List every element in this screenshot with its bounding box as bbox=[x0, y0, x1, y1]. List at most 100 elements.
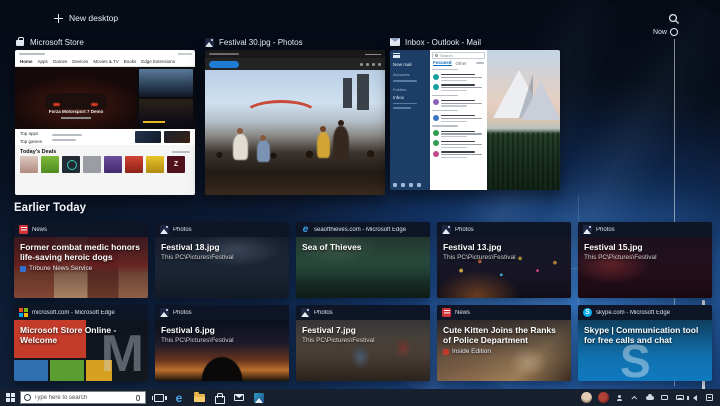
store-promo-tile bbox=[135, 131, 161, 143]
timeline-card-news-kitten[interactable]: News Cute Kitten Joins the Ranks of Poli… bbox=[437, 305, 571, 381]
people-avatar[interactable] bbox=[581, 392, 592, 403]
store-taskbar-button[interactable] bbox=[213, 392, 225, 404]
window-title: Festival 30.jpg - Photos bbox=[219, 38, 303, 47]
edge-taskbar-button[interactable]: e bbox=[173, 392, 185, 404]
mail-sidebar: New mail Accounts Folders Inbox bbox=[390, 50, 430, 190]
email-row bbox=[432, 139, 485, 149]
search-placeholder: Type here to search bbox=[34, 395, 133, 401]
new-desktop-button[interactable]: New desktop bbox=[54, 13, 118, 23]
store-deals-section: Today's Deals Z bbox=[15, 145, 195, 195]
timeline-now-marker[interactable] bbox=[670, 28, 678, 36]
onedrive-cloud-icon[interactable] bbox=[645, 393, 654, 402]
card-title: Former combat medic honors life-saving h… bbox=[20, 242, 142, 262]
photos-app-icon bbox=[583, 225, 592, 234]
card-source: Tribune News Service bbox=[29, 265, 92, 272]
microphone-icon[interactable] bbox=[136, 395, 140, 401]
timeline-search-icon[interactable] bbox=[668, 13, 680, 25]
stage-tower bbox=[357, 74, 369, 110]
card-title: Microsoft Store Online - Welcome bbox=[20, 325, 142, 345]
news-app-icon bbox=[442, 308, 451, 317]
timeline-card-festival-15[interactable]: Photos Festival 15.jpg This PC\Pictures\… bbox=[578, 222, 712, 298]
card-path: This PC\Pictures\Festival bbox=[443, 254, 565, 261]
task-view-icon bbox=[154, 394, 164, 402]
email-row bbox=[432, 113, 485, 123]
store-deal-tile bbox=[146, 156, 164, 173]
store-titlebar bbox=[15, 50, 195, 57]
store-bag-icon bbox=[15, 37, 25, 47]
section-title-earlier-today: Earlier Today bbox=[14, 202, 86, 214]
timeline-cards-grid: News Former combat medic honors life-sav… bbox=[14, 222, 712, 381]
store-deal-tile bbox=[41, 156, 59, 173]
timeline-card-skype[interactable]: Sskype.com - Microsoft Edge S Skype | Co… bbox=[578, 305, 712, 381]
mail-reading-pane-landscape bbox=[487, 50, 560, 190]
store-hero-section: Forza Motorsport 7 Demo bbox=[15, 67, 195, 129]
plus-icon bbox=[54, 14, 63, 23]
window-controls bbox=[365, 54, 381, 55]
photos-app-icon bbox=[442, 225, 451, 234]
store-nav-books: Books bbox=[124, 59, 137, 64]
window-thumbnail-photos[interactable] bbox=[205, 50, 385, 195]
store-side-tile bbox=[139, 69, 193, 97]
photos-titlebar bbox=[205, 50, 385, 58]
store-quick-links: Top apps Top games bbox=[15, 129, 195, 145]
timeline-card-ms-store-online[interactable]: microsoft.com - Microsoft Edge M Microso… bbox=[14, 305, 148, 381]
timeline-card-news-dogs[interactable]: News Former combat medic honors life-sav… bbox=[14, 222, 148, 298]
email-row bbox=[432, 98, 485, 108]
store-nav-movies: Movies & TV bbox=[93, 59, 118, 64]
start-button[interactable] bbox=[0, 393, 20, 402]
store-hero-image: Forza Motorsport 7 Demo bbox=[15, 67, 137, 129]
festival-canopy bbox=[243, 100, 319, 130]
store-bag-icon bbox=[214, 393, 224, 403]
skype-app-icon: S bbox=[583, 308, 592, 317]
card-title: Festival 18.jpg bbox=[161, 242, 283, 252]
window-thumbnail-mail[interactable]: New mail Accounts Folders Inbox Search F… bbox=[390, 50, 560, 190]
action-center-icon[interactable] bbox=[705, 393, 714, 402]
photos-festival-image bbox=[205, 70, 385, 195]
store-deal-tile bbox=[62, 156, 80, 173]
store-deal-tile bbox=[83, 156, 101, 173]
mail-taskbar-button[interactable] bbox=[233, 392, 245, 404]
store-nav: Home Apps Games Devices Movies & TV Book… bbox=[15, 57, 195, 67]
timeline-card-festival-7[interactable]: Photos Festival 7.jpg This PC\Pictures\F… bbox=[296, 305, 430, 381]
mail-icon bbox=[234, 394, 244, 401]
source-icon bbox=[443, 349, 449, 355]
taskbar-search-box[interactable]: Type here to search bbox=[20, 391, 146, 404]
card-path: This PC\Pictures\Festival bbox=[302, 337, 424, 344]
window-title: Microsoft Store bbox=[30, 38, 84, 47]
window-thumbnail-store[interactable]: Home Apps Games Devices Movies & TV Book… bbox=[15, 50, 195, 195]
show-hidden-icons-chevron[interactable] bbox=[630, 393, 639, 402]
people-avatar[interactable] bbox=[598, 392, 609, 403]
card-source: Inside Edition bbox=[452, 348, 491, 355]
timeline-card-festival-13[interactable]: Photos Festival 13.jpg This PC\Pictures\… bbox=[437, 222, 571, 298]
display-icon[interactable] bbox=[660, 393, 669, 402]
timeline-card-festival-6[interactable]: Photos Festival 6.jpg This PC\Pictures\F… bbox=[155, 305, 289, 381]
card-title: Cute Kitten Joins the Ranks of Police De… bbox=[443, 325, 565, 345]
mail-tabs: Focused Other bbox=[432, 59, 485, 67]
store-side-tiles bbox=[137, 67, 195, 129]
window-header-store: Microsoft Store bbox=[15, 36, 84, 48]
people-icon[interactable] bbox=[615, 393, 624, 402]
file-explorer-button[interactable] bbox=[193, 392, 205, 404]
store-nav-devices: Devices bbox=[72, 59, 88, 64]
keyboard-icon[interactable] bbox=[675, 393, 684, 402]
mail-folders-label: Folders bbox=[393, 87, 427, 92]
ms-tile bbox=[14, 360, 48, 381]
edge-icon: e bbox=[176, 392, 183, 404]
store-link-top-games: Top games bbox=[20, 139, 42, 144]
volume-icon[interactable] bbox=[690, 393, 699, 402]
window-header-photos: Festival 30.jpg - Photos bbox=[205, 36, 303, 48]
mail-inbox-item: Inbox bbox=[393, 95, 427, 100]
photos-app-icon bbox=[301, 308, 310, 317]
task-view-button[interactable] bbox=[153, 392, 165, 404]
card-title: Festival 7.jpg bbox=[302, 325, 424, 335]
timeline-card-festival-18[interactable]: Photos Festival 18.jpg This PC\Pictures\… bbox=[155, 222, 289, 298]
store-nav-extensions: Edge Extensions bbox=[141, 59, 175, 64]
card-title: Festival 13.jpg bbox=[443, 242, 565, 252]
timeline-card-sea-of-thieves[interactable]: eseaofthieves.com - Microsoft Edge Sea o… bbox=[296, 222, 430, 298]
ms-tile bbox=[50, 360, 84, 381]
photos-taskbar-button[interactable] bbox=[253, 392, 265, 404]
photos-app-icon bbox=[160, 225, 169, 234]
mail-accounts-label: Accounts bbox=[393, 72, 427, 77]
store-nav-apps: Apps bbox=[38, 59, 48, 64]
store-deal-tile bbox=[20, 156, 38, 173]
